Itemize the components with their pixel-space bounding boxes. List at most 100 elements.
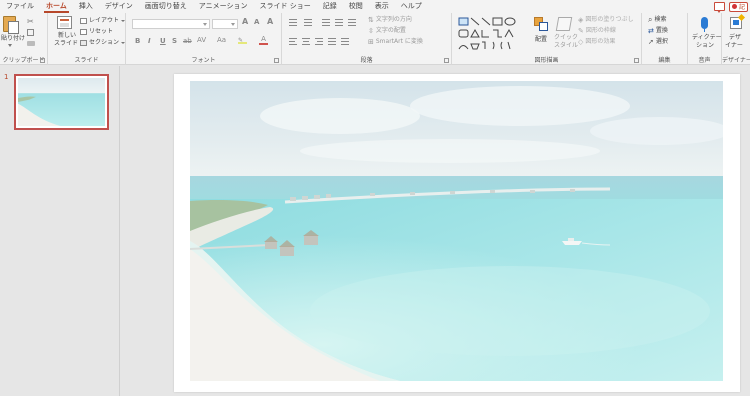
shape-fill-button[interactable]: ◈ 図形の塗りつぶし: [578, 15, 633, 24]
font-name-dropdown-icon: [203, 23, 207, 26]
designer-button[interactable]: デザ イナー: [722, 13, 750, 53]
paste-dropdown-icon: [8, 44, 12, 47]
align-center-icon[interactable]: [302, 38, 310, 45]
bullets-icon[interactable]: [289, 19, 297, 26]
increase-indent-icon[interactable]: [335, 19, 343, 26]
designer-label-2: イナー: [725, 42, 743, 49]
text-direction-button[interactable]: ⇅ 文字列の方向: [368, 15, 412, 24]
tab-animations[interactable]: アニメーション: [193, 0, 254, 13]
cut-icon[interactable]: ✂: [27, 17, 34, 26]
font-name-field[interactable]: [132, 19, 210, 29]
tab-insert[interactable]: 挿入: [73, 0, 99, 13]
drawing-launcher-icon[interactable]: [634, 58, 639, 63]
shape-fill-label: 図形の塗りつぶし: [585, 16, 634, 23]
comments-icon[interactable]: [713, 2, 725, 13]
shrink-font-button[interactable]: A: [254, 18, 259, 26]
find-button[interactable]: ⌕ 検索: [648, 15, 667, 24]
paragraph-launcher-icon[interactable]: [444, 58, 449, 63]
change-case-button[interactable]: Aa: [217, 36, 226, 44]
font-color-icon[interactable]: A: [259, 36, 268, 45]
tab-design[interactable]: デザイン: [99, 0, 139, 13]
slide-number: 1: [4, 73, 9, 81]
tab-home[interactable]: ホーム: [40, 0, 73, 13]
voice-group-label: 音声: [698, 57, 711, 64]
section-button[interactable]: セクション: [80, 38, 126, 47]
tab-file[interactable]: ファイル: [0, 0, 40, 13]
ribbon-tab-bar: ファイル ホーム 挿入 デザイン 画面切り替え アニメーション スライド ショー…: [0, 0, 750, 13]
character-spacing-button[interactable]: AV: [197, 36, 206, 44]
align-text-button[interactable]: ⇳ 文字の配置: [368, 26, 406, 35]
shadow-s-button[interactable]: S: [172, 37, 177, 45]
replace-icon: ⇄: [648, 26, 654, 35]
designer-label-1: デザ: [729, 34, 742, 41]
paste-label: 貼り付け: [1, 35, 26, 42]
reset-button[interactable]: リセット: [80, 27, 113, 36]
shape-effects-icon: ◇: [578, 37, 584, 46]
text-direction-label: 文字列の方向: [375, 16, 412, 23]
arrange-button[interactable]: 配置: [530, 15, 552, 53]
shape-outline-button[interactable]: ✎ 図形の枠線: [578, 26, 616, 35]
font-size-dropdown-icon: [231, 23, 235, 26]
shape-effects-label: 図形の効果: [585, 38, 616, 45]
numbering-icon[interactable]: [304, 19, 312, 26]
drawing-group-label: 図形描画: [534, 57, 559, 64]
slide[interactable]: [174, 74, 740, 392]
shapes-gallery[interactable]: [458, 16, 524, 52]
font-size-field[interactable]: [212, 19, 238, 29]
bold-button[interactable]: B: [135, 37, 140, 45]
select-button[interactable]: ➚ 選択: [648, 37, 668, 46]
align-right-icon[interactable]: [315, 38, 323, 45]
layout-label: レイアウト: [89, 17, 120, 24]
tab-transitions[interactable]: 画面切り替え: [139, 0, 193, 13]
tab-slide-show[interactable]: スライド ショー: [254, 0, 317, 13]
clear-format-button[interactable]: A: [267, 17, 273, 26]
section-dropdown-icon: [121, 41, 126, 44]
slides-group: 新しい スライド レイアウト リセット セクション スライド: [48, 13, 126, 65]
search-icon: ⌕: [648, 14, 653, 24]
tab-view[interactable]: 表示: [369, 0, 395, 13]
slide-thumbnail[interactable]: [14, 74, 109, 130]
editing-group-label: 編集: [658, 57, 671, 64]
font-launcher-icon[interactable]: [274, 58, 279, 63]
record-button[interactable]: 記: [728, 1, 748, 12]
section-label: セクション: [89, 39, 120, 46]
tab-record[interactable]: 記録: [317, 0, 343, 13]
clipboard-launcher-icon[interactable]: [40, 58, 45, 63]
tab-review[interactable]: 校閲: [343, 0, 369, 13]
new-slide-button[interactable]: 新しい スライド: [51, 15, 78, 53]
shape-outline-label: 図形の枠線: [585, 27, 616, 34]
highlight-icon[interactable]: ✎: [238, 37, 247, 44]
strikethrough-button[interactable]: ab: [183, 37, 192, 45]
copy-icon[interactable]: [27, 29, 34, 36]
columns-icon[interactable]: [341, 38, 349, 45]
underline-button[interactable]: U: [160, 37, 166, 45]
dictate-button[interactable]: ディクテー ション: [688, 15, 722, 53]
designer-group-label: デザイナー: [722, 57, 750, 64]
line-spacing-icon[interactable]: [348, 19, 356, 26]
format-painter-icon[interactable]: [27, 41, 35, 46]
tab-help[interactable]: ヘルプ: [395, 0, 428, 13]
font-group: A A A B I U S ab AV Aa ✎ A フォント: [126, 13, 282, 65]
layout-button[interactable]: レイアウト: [80, 16, 126, 25]
italic-button[interactable]: I: [148, 37, 151, 45]
drawing-group: 配置 クイック スタイル ◈ 図形の塗りつぶし ✎ 図形の枠線 ◇ 図形の効果 …: [452, 13, 642, 65]
decrease-indent-icon[interactable]: [322, 19, 330, 26]
shape-effects-button[interactable]: ◇ 図形の効果: [578, 37, 615, 46]
smartart-button[interactable]: ⊞ SmartArt に変換: [368, 37, 423, 46]
record-label: 記: [738, 4, 745, 11]
slide-editing-area: [121, 66, 750, 396]
arrange-label: 配置: [535, 36, 548, 43]
layout-dropdown-icon: [121, 19, 126, 22]
justify-icon[interactable]: [328, 38, 336, 45]
paragraph-group: ⇅ 文字列の方向 ⇳ 文字の配置 ⊞ SmartArt に変換 段落: [282, 13, 452, 65]
font-group-label: フォント: [191, 57, 216, 64]
grow-font-button[interactable]: A: [242, 17, 248, 26]
quick-styles-button[interactable]: クイック スタイル: [552, 15, 578, 53]
microphone-icon: [701, 17, 708, 29]
text-direction-icon: ⇅: [368, 15, 374, 24]
slide-photo-beach-aerial[interactable]: [190, 81, 723, 381]
align-left-icon[interactable]: [289, 38, 297, 45]
replace-button[interactable]: ⇄ 置換: [648, 26, 668, 35]
designer-group: デザ イナー デザイナー: [722, 13, 750, 65]
paste-button[interactable]: 貼り付け: [0, 13, 26, 53]
